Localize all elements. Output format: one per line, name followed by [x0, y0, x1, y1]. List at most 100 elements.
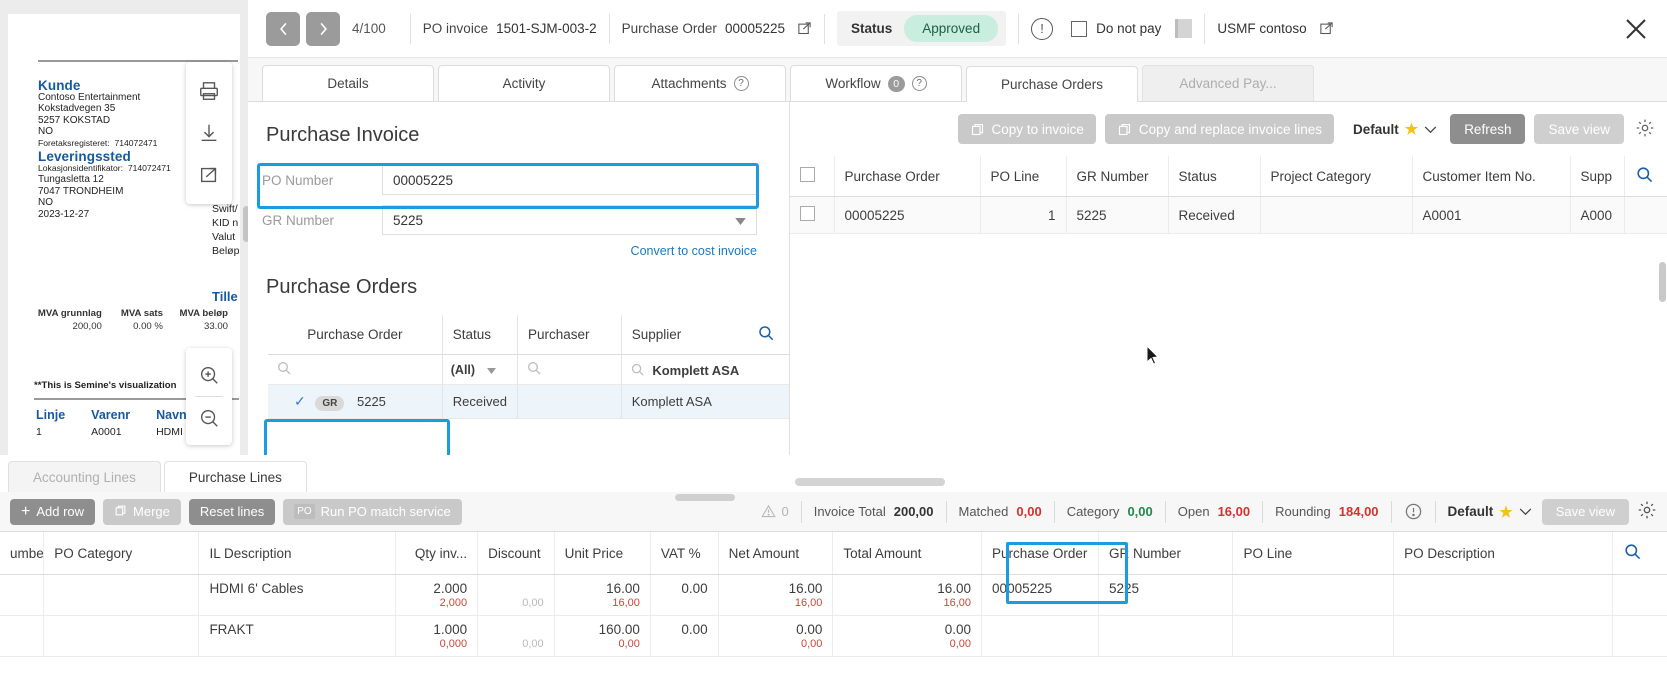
next-invoice-button[interactable] [306, 12, 340, 46]
po-filter-supplier[interactable]: Komplett ASA [621, 355, 747, 385]
pl-col-purchase-order[interactable]: Purchase Order [982, 532, 1099, 575]
tab-attachments[interactable]: Attachments ? [614, 65, 786, 101]
table-row[interactable]: 00005225 1 5225 Received A0001 A000 [790, 197, 1667, 234]
pl-col-po-description[interactable]: PO Description [1394, 532, 1613, 575]
refresh-button[interactable]: Refresh [1450, 114, 1525, 144]
status-badge[interactable]: Status Approved [837, 11, 1006, 46]
customer-reg-label: Foretaksregisteret: [38, 138, 110, 148]
zoom-out-icon[interactable] [186, 397, 232, 439]
close-icon[interactable] [1623, 16, 1649, 45]
lines-save-view-button[interactable]: Save view [1542, 499, 1629, 525]
tab-purchase-lines[interactable]: Purchase Lines [164, 461, 307, 492]
tab-purchase-orders[interactable]: Purchase Orders [966, 66, 1138, 102]
pl-col-vat-pct[interactable]: VAT % [650, 532, 718, 575]
pl-col-gr-number[interactable]: GR Number [1099, 532, 1233, 575]
copy-to-invoice-button[interactable]: Copy to invoice [958, 114, 1096, 144]
help-icon[interactable]: ? [912, 76, 927, 91]
pl-col-po-category[interactable]: PO Category [44, 532, 199, 575]
po-col-supplier[interactable]: Supplier [621, 315, 747, 355]
table-row[interactable]: HDMI 6' Cables 2.000 2,000 0,00 16.00 16… [0, 575, 1667, 616]
add-row-button[interactable]: + Add row [10, 499, 95, 525]
select-all-checkbox[interactable] [800, 167, 815, 182]
flag-icon[interactable] [1175, 19, 1192, 38]
chevron-down-icon[interactable] [1424, 122, 1437, 137]
po-number-input[interactable]: 00005225 [382, 165, 757, 195]
gr-number-combobox[interactable]: 5225 [382, 205, 757, 235]
pl-row0-total-amount-sub: 16,00 [843, 597, 971, 609]
po-line-supplier: A000 [1570, 197, 1624, 234]
gear-icon[interactable] [1635, 118, 1655, 141]
pl-row1-qty-inv: 1.000 [433, 622, 467, 637]
favorite-star-icon[interactable]: ★ [1405, 120, 1418, 138]
pl-search-icon[interactable] [1612, 532, 1667, 575]
pl-col-po-line[interactable]: PO Line [1233, 532, 1394, 575]
po-filter-purchase-order[interactable] [268, 355, 442, 385]
alert-icon[interactable]: ! [1031, 18, 1053, 40]
zoom-in-icon[interactable] [186, 354, 232, 396]
pl-col-il-description[interactable]: IL Description [199, 532, 396, 575]
pl-row0-gr-number[interactable]: 5225 [1099, 575, 1233, 616]
copy-and-replace-invoice-lines-button[interactable]: Copy and replace invoice lines [1105, 114, 1334, 144]
reset-lines-button[interactable]: Reset lines [189, 499, 275, 525]
chevron-down-icon[interactable] [735, 213, 746, 228]
lines-horizontal-scrollbar[interactable] [675, 494, 735, 501]
download-icon[interactable] [186, 112, 232, 154]
chevron-down-icon[interactable] [487, 362, 496, 377]
po-filter-purchaser[interactable] [517, 355, 621, 385]
po-line-row-checkbox-cell[interactable] [790, 197, 834, 234]
tab-details[interactable]: Details [262, 65, 434, 101]
pl-col-number[interactable]: umber [0, 532, 44, 575]
pl-col-total-amount[interactable]: Total Amount [833, 532, 982, 575]
favorite-star-icon[interactable]: ★ [1499, 503, 1512, 521]
po-col-purchase-order[interactable]: Purchase Order [268, 315, 442, 355]
po-col-status[interactable]: Status [442, 315, 517, 355]
run-po-match-service-button[interactable]: PO Run PO match service [283, 499, 462, 525]
row-checkbox[interactable] [800, 206, 815, 221]
po-lines-col-status[interactable]: Status [1168, 156, 1260, 197]
vat-header-1: MVA sats [107, 308, 166, 319]
po-lines-select-all[interactable] [790, 156, 834, 197]
po-lines-col-po-line[interactable]: PO Line [980, 156, 1066, 197]
pl-col-discount[interactable]: Discount [478, 532, 555, 575]
info-icon[interactable] [1404, 502, 1423, 521]
po-lines-search-icon[interactable] [1624, 156, 1667, 197]
pl-col-unit-price[interactable]: Unit Price [554, 532, 650, 575]
po-lines-col-project-category[interactable]: Project Category [1260, 156, 1412, 197]
table-row[interactable]: ✓ GR 5225 Received Komplett ASA [268, 385, 789, 419]
previous-invoice-button[interactable] [266, 12, 300, 46]
do-not-pay-checkbox[interactable] [1071, 21, 1087, 37]
tab-activity[interactable]: Activity [438, 65, 610, 101]
gear-icon[interactable] [1637, 500, 1657, 523]
print-icon[interactable] [186, 70, 232, 112]
open-purchase-order-external-icon[interactable] [797, 21, 812, 36]
po-row-purchase-order-cell[interactable]: ✓ GR 5225 [268, 385, 442, 419]
tab-accounting-lines[interactable]: Accounting Lines [8, 461, 161, 492]
help-icon[interactable]: ? [734, 76, 749, 91]
pl-row1-po-category [44, 616, 199, 657]
po-lines-horizontal-scrollbar[interactable] [795, 478, 945, 486]
warning-indicator[interactable]: 0 [761, 504, 788, 519]
chevron-down-icon[interactable] [1519, 504, 1532, 519]
view-selector[interactable]: Default ★ [1353, 120, 1437, 138]
po-lines-vertical-scrollbar[interactable] [1659, 262, 1666, 302]
save-view-button[interactable]: Save view [1534, 114, 1624, 144]
po-lines-col-customer-item-no[interactable]: Customer Item No. [1412, 156, 1570, 197]
po-lines-col-purchase-order[interactable]: Purchase Order [834, 156, 980, 197]
table-row[interactable]: FRAKT 1.000 0,000 0,00 160.00 0,00 0.00 … [0, 616, 1667, 657]
po-grid-search-icon[interactable] [747, 315, 789, 355]
po-lines-col-supplier[interactable]: Supp [1570, 156, 1624, 197]
pl-col-qty-inv[interactable]: Qty inv... [396, 532, 478, 575]
tab-workflow[interactable]: Workflow 0 ? [790, 65, 962, 101]
po-lines-col-gr-number[interactable]: GR Number [1066, 156, 1168, 197]
po-col-purchaser[interactable]: Purchaser [517, 315, 621, 355]
open-external-icon[interactable] [186, 154, 232, 196]
tab-bar: Details Activity Attachments ? Workflow … [248, 58, 1667, 102]
po-filter-status[interactable]: (All) [442, 355, 517, 385]
merge-button[interactable]: Merge [103, 499, 181, 525]
row-checkbox-checked-icon[interactable]: ✓ [294, 393, 306, 409]
lines-view-selector[interactable]: Default ★ [1448, 503, 1532, 521]
pl-col-net-amount[interactable]: Net Amount [718, 532, 833, 575]
pl-row1-gr-number[interactable] [1099, 616, 1233, 657]
convert-to-cost-invoice-link[interactable]: Convert to cost invoice [631, 244, 757, 258]
open-company-external-icon[interactable] [1319, 21, 1334, 36]
